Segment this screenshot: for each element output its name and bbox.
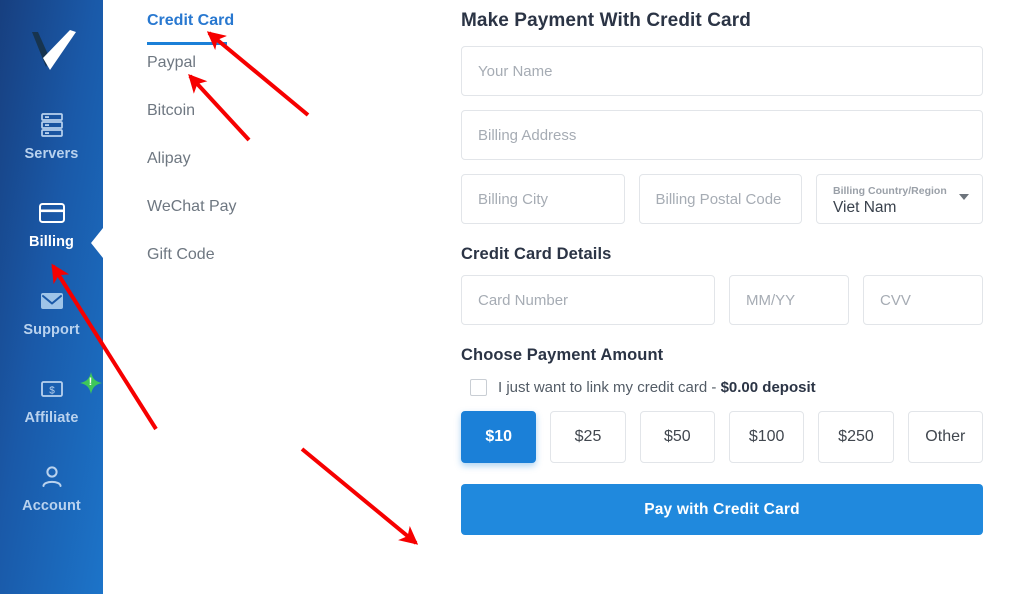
- name-field-placeholder: Your Name: [478, 62, 553, 80]
- payment-method-list: Credit Card Paypal Bitcoin Alipay WeChat…: [103, 0, 453, 594]
- billing-country-label: Billing Country/Region: [833, 185, 947, 198]
- sidebar-item-label: Billing: [29, 234, 74, 250]
- card-number-placeholder: Card Number: [478, 291, 569, 309]
- main-sidebar: Servers Billing Support $ ! Affiliate Ac…: [0, 0, 103, 594]
- billing-country-select[interactable]: Billing Country/Region Viet Nam: [816, 174, 983, 224]
- billing-payment-page: Servers Billing Support $ ! Affiliate Ac…: [0, 0, 1031, 594]
- payment-form: Make Payment With Credit Card Your Name …: [453, 0, 1031, 594]
- payment-method-wechat-pay[interactable]: WeChat Pay: [147, 190, 453, 238]
- dollar-bill-icon: $ !: [38, 372, 102, 404]
- envelope-icon: [37, 286, 67, 316]
- payment-method-paypal[interactable]: Paypal: [147, 46, 453, 94]
- sidebar-item-account[interactable]: Account: [0, 444, 103, 532]
- affiliate-badge-glyph: !: [88, 376, 93, 388]
- page-title: Make Payment With Credit Card: [461, 10, 751, 31]
- sidebar-item-billing[interactable]: Billing: [0, 180, 103, 268]
- pay-with-credit-card-button[interactable]: Pay with Credit Card: [461, 484, 983, 535]
- amount-options: $10 $25 $50 $100 $250 Other: [461, 411, 983, 463]
- payment-method-bitcoin[interactable]: Bitcoin: [147, 94, 453, 142]
- amount-label: Other: [925, 428, 966, 445]
- payment-method-gift-code[interactable]: Gift Code: [147, 238, 453, 286]
- billing-location-row: Billing City Billing Postal Code Billing…: [461, 174, 983, 224]
- payment-method-alipay[interactable]: Alipay: [147, 142, 453, 190]
- link-card-deposit-amount: $0.00 deposit: [720, 379, 816, 396]
- amount-option-250[interactable]: $250: [818, 411, 894, 463]
- card-expiry-placeholder: MM/YY: [746, 291, 796, 309]
- payment-method-label: Bitcoin: [147, 102, 196, 119]
- sidebar-item-label: Servers: [24, 146, 79, 162]
- billing-postal-placeholder: Billing Postal Code: [655, 190, 782, 208]
- vultr-check-logo[interactable]: [0, 0, 103, 92]
- amount-option-other[interactable]: Other: [907, 411, 983, 463]
- credit-card-details-title: Credit Card Details: [461, 245, 612, 263]
- amount-option-100[interactable]: $100: [728, 411, 805, 463]
- link-card-checkbox-row[interactable]: I just want to link my credit card - $0.…: [461, 379, 983, 396]
- payment-method-credit-card[interactable]: Credit Card: [147, 0, 453, 46]
- card-number-field[interactable]: Card Number: [461, 275, 715, 325]
- sidebar-item-label: Support: [23, 322, 80, 338]
- user-icon: [38, 462, 66, 492]
- payment-method-label: WeChat Pay: [147, 198, 237, 215]
- amount-label: $50: [663, 428, 691, 445]
- amount-label: $100: [748, 428, 785, 445]
- link-card-label: I just want to link my credit card - $0.…: [498, 379, 816, 396]
- amount-label: $250: [838, 428, 874, 445]
- card-cvv-placeholder: CVV: [880, 291, 911, 309]
- svg-text:$: $: [49, 386, 55, 397]
- name-field[interactable]: Your Name: [461, 46, 983, 96]
- billing-city-placeholder: Billing City: [478, 190, 549, 208]
- amount-option-10[interactable]: $10: [461, 411, 537, 463]
- choose-payment-amount-title: Choose Payment Amount: [461, 346, 664, 364]
- link-card-text: I just want to link my credit card -: [498, 379, 721, 396]
- link-card-checkbox[interactable]: [470, 379, 487, 396]
- sidebar-item-label: Affiliate: [24, 410, 79, 426]
- card-details-row: Card Number MM/YY CVV: [461, 275, 983, 325]
- payment-method-label: Alipay: [147, 150, 191, 167]
- sidebar-item-label: Account: [22, 498, 81, 514]
- billing-address-field[interactable]: Billing Address: [461, 110, 983, 160]
- card-cvv-field[interactable]: CVV: [863, 275, 983, 325]
- servers-icon: [38, 110, 66, 140]
- amount-label: $10: [485, 428, 513, 445]
- billing-country-value: Viet Nam: [833, 198, 897, 216]
- sidebar-item-support[interactable]: Support: [0, 268, 103, 356]
- billing-city-field[interactable]: Billing City: [461, 174, 625, 224]
- chevron-down-icon: [959, 194, 969, 200]
- billing-address-placeholder: Billing Address: [478, 126, 577, 144]
- payment-method-label: Paypal: [147, 54, 196, 71]
- credit-card-icon: [37, 198, 67, 228]
- affiliate-alert-badge-icon: !: [79, 372, 102, 394]
- amount-option-25[interactable]: $25: [550, 411, 626, 463]
- sidebar-item-servers[interactable]: Servers: [0, 92, 103, 180]
- card-expiry-field[interactable]: MM/YY: [729, 275, 849, 325]
- sidebar-item-affiliate[interactable]: $ ! Affiliate: [0, 356, 103, 444]
- amount-option-50[interactable]: $50: [639, 411, 715, 463]
- billing-postal-code-field[interactable]: Billing Postal Code: [638, 174, 802, 224]
- amount-label: $25: [574, 428, 602, 445]
- active-underline: [147, 42, 227, 45]
- logo-check-icon: [31, 30, 76, 70]
- payment-method-label: Credit Card: [147, 12, 235, 29]
- payment-method-label: Gift Code: [147, 246, 215, 263]
